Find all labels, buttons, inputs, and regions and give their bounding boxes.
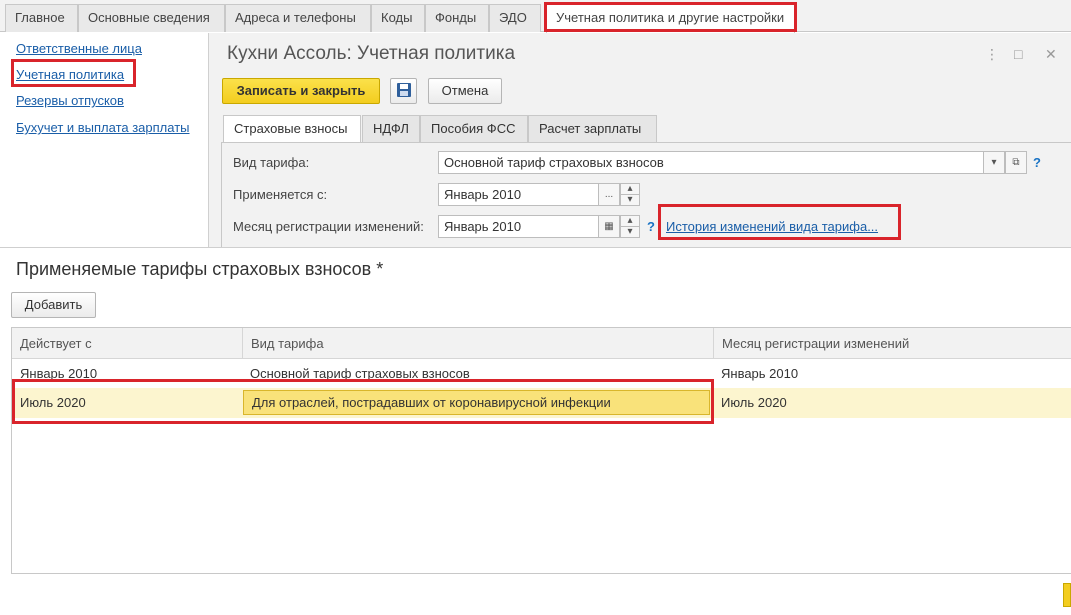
tariff-type-label: Вид тарифа: [233, 155, 310, 170]
table-header: Действует с Вид тарифа Месяц регистрации… [12, 328, 1071, 359]
tariff-history-link[interactable]: История изменений вида тарифа... [666, 219, 878, 234]
nav-link-accounting-salary-payment[interactable]: Бухучет и выплата зарплаты [16, 120, 190, 135]
close-icon[interactable]: ✕ [1045, 46, 1057, 63]
maximize-icon[interactable]: □ [1014, 46, 1022, 62]
subtab-insurance-contributions[interactable]: Страховые взносы [223, 115, 361, 144]
table-row[interactable]: Январь 2010 Основной тариф страховых взн… [12, 360, 1071, 388]
applied-tariffs-section: Применяемые тарифы страховых взносов * Д… [0, 247, 1071, 615]
cell-registration-month: Июль 2020 [721, 395, 787, 410]
nav-link-accounting-policy[interactable]: Учетная политика [16, 67, 124, 82]
form-title: Кухни Ассоль: Учетная политика [227, 43, 516, 64]
floppy-disk-icon [396, 83, 411, 97]
tab-main[interactable]: Главное [5, 4, 78, 32]
dropdown-arrow-icon[interactable]: ▾ [983, 151, 1005, 174]
column-header-effective-from[interactable]: Действует с [12, 328, 242, 359]
section-title: Применяемые тарифы страховых взносов * [16, 259, 384, 279]
cell-tariff-type-editing[interactable]: Для отраслей, пострадавших от коронавиру… [243, 390, 710, 415]
tab-basic-info[interactable]: Основные сведения [78, 4, 225, 32]
subtab-salary-calculation[interactable]: Расчет зарплаты [528, 115, 657, 142]
tab-accounting-policy-settings[interactable]: Учетная политика и другие настройки [546, 4, 795, 33]
cell-effective-from: Январь 2010 [20, 366, 98, 381]
cell-registration-month: Январь 2010 [721, 366, 799, 381]
accounting-policy-form: Кухни Ассоль: Учетная политика ⋮ □ ✕ Зап… [208, 33, 1071, 247]
cell-effective-from: Июль 2020 [20, 395, 86, 410]
save-and-close-button[interactable]: Записать и закрыть [222, 78, 380, 104]
spin-down-icon[interactable]: ▾ [620, 226, 640, 238]
applies-from-label: Применяется с: [233, 187, 328, 202]
subtab-fss-benefits[interactable]: Пособия ФСС [420, 115, 528, 142]
more-icon[interactable]: ⋮ [985, 46, 999, 63]
spin-down-icon[interactable]: ▾ [620, 194, 640, 206]
registration-month-label: Месяц регистрации изменений: [233, 219, 424, 234]
tab-edo[interactable]: ЭДО [489, 4, 541, 32]
left-navigation: Ответственные лица Учетная политика Резе… [0, 33, 208, 247]
nav-link-responsible-persons[interactable]: Ответственные лица [16, 41, 142, 56]
cancel-button[interactable]: Отмена [428, 78, 502, 104]
open-icon[interactable]: ⧉ [1005, 151, 1027, 174]
save-button[interactable] [390, 78, 417, 104]
tab-codes[interactable]: Коды [371, 4, 425, 32]
column-header-tariff-type[interactable]: Вид тарифа [242, 328, 713, 359]
cell-tariff-type: Основной тариф страховых взносов [250, 366, 470, 381]
applies-from-field[interactable]: Январь 2010 [438, 183, 602, 206]
help-icon[interactable]: ? [1033, 155, 1041, 170]
select-dots-button[interactable]: ... [598, 183, 620, 206]
add-button[interactable]: Добавить [11, 292, 96, 318]
tab-funds[interactable]: Фонды [425, 4, 489, 32]
column-header-registration-month[interactable]: Месяц регистрации изменений [713, 328, 1071, 359]
table-row-selected[interactable]: Июль 2020 Для отраслей, пострадавших от … [12, 388, 1071, 418]
nav-link-vacation-reserves[interactable]: Резервы отпусков [16, 93, 124, 108]
help-icon[interactable]: ? [647, 219, 655, 234]
calendar-icon[interactable]: ▦ [598, 215, 620, 238]
tariffs-table: Действует с Вид тарифа Месяц регистрации… [11, 327, 1071, 574]
partial-button[interactable] [1063, 583, 1071, 607]
tab-addresses-phones[interactable]: Адреса и телефоны [225, 4, 371, 32]
registration-month-field[interactable]: Январь 2010 [438, 215, 602, 238]
tariff-type-select[interactable]: Основной тариф страховых взносов [438, 151, 990, 174]
top-tab-bar: Главное Основные сведения Адреса и телеф… [0, 0, 1071, 33]
subtab-ndfl[interactable]: НДФЛ [362, 115, 420, 142]
